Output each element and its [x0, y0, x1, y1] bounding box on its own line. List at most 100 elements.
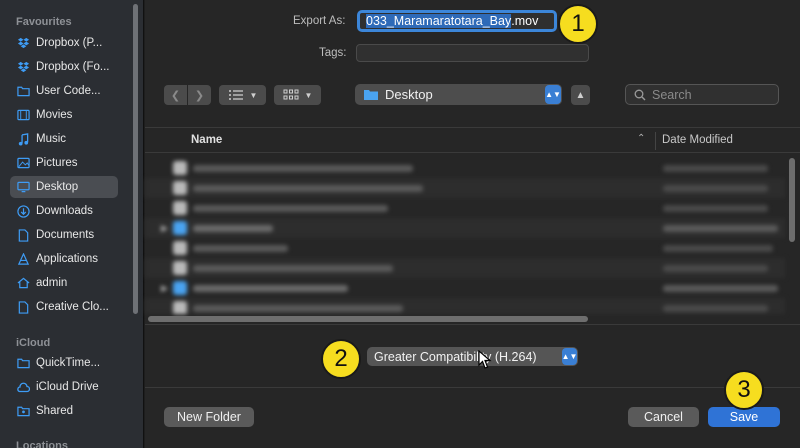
chevron-right-icon: ❯	[194, 89, 205, 102]
sidebar-item-label: QuickTime...	[36, 357, 101, 369]
file-date-blurred	[663, 264, 768, 272]
sidebar-item-label: Music	[36, 133, 67, 145]
sidebar-item-user-code[interactable]: User Code...	[10, 80, 118, 102]
list-item[interactable]	[145, 178, 785, 198]
export-filename-input[interactable]: 033_Maramaratotara_Bay .mov	[357, 10, 557, 32]
sidebar-scrollbar[interactable]	[133, 4, 138, 314]
file-date-blurred	[663, 284, 778, 292]
sidebar-item-applications[interactable]: Applications	[10, 248, 118, 270]
mouse-pointer-icon	[478, 350, 492, 369]
file-name-blurred	[193, 184, 423, 192]
chevron-down-icon: ▼	[249, 90, 258, 100]
sidebar-item-label: iCloud Drive	[36, 381, 99, 393]
callout-marker-3: 3	[724, 370, 764, 410]
file-icon	[173, 261, 187, 275]
sidebar-item-label: Applications	[36, 253, 99, 265]
document-icon	[16, 228, 30, 242]
list-item[interactable]	[145, 238, 785, 258]
list-item[interactable]	[145, 158, 785, 178]
file-list-vertical-scrollbar[interactable]	[789, 158, 795, 242]
sidebar-item-label: Movies	[36, 109, 73, 121]
format-popup[interactable]: Greater Compatibility (H.264) ▲▼	[367, 347, 578, 366]
folder-icon	[173, 221, 187, 235]
file-date-blurred	[663, 204, 768, 212]
dropbox-icon	[16, 36, 30, 50]
file-icon	[173, 301, 187, 314]
list-item[interactable]	[145, 258, 785, 278]
list-item[interactable]: ▶	[145, 278, 785, 298]
sidebar-item-admin[interactable]: admin	[10, 272, 118, 294]
sidebar-item-dropbox-personal[interactable]: Dropbox (P...	[10, 32, 118, 54]
search-input[interactable]: Search	[625, 84, 779, 105]
forward-button[interactable]: ❯	[188, 85, 211, 105]
file-list[interactable]: ▶ ▶	[145, 154, 800, 314]
list-item[interactable]	[145, 298, 785, 314]
file-name-blurred	[193, 304, 403, 312]
disclosure-triangle-icon: ▶	[161, 282, 168, 293]
chevron-up-icon: ▲	[575, 89, 586, 101]
column-header-name[interactable]: Name	[191, 134, 222, 146]
sidebar-item-dropbox-folder[interactable]: Dropbox (Fo...	[10, 56, 118, 78]
home-icon	[16, 276, 30, 290]
sidebar-item-movies[interactable]: Movies	[10, 104, 118, 126]
save-panel: Export As: 033_Maramaratotara_Bay .mov Ta…	[145, 0, 800, 448]
sidebar-item-label: Desktop	[36, 181, 79, 193]
sidebar-item-icloud-drive[interactable]: iCloud Drive	[10, 376, 118, 398]
export-as-label: Export As:	[293, 15, 346, 27]
file-list-horizontal-scrollbar[interactable]	[148, 316, 588, 322]
location-label: Desktop	[385, 87, 433, 102]
save-button[interactable]: Save	[708, 407, 780, 427]
file-date-blurred	[663, 224, 778, 232]
file-name-blurred	[193, 164, 413, 172]
disclosure-triangle-icon: ▶	[161, 222, 168, 233]
sidebar-item-music[interactable]: Music	[10, 128, 118, 150]
divider	[145, 387, 800, 388]
sidebar-item-shared[interactable]: Shared	[10, 400, 118, 422]
folder-icon	[16, 84, 30, 98]
file-date-blurred	[663, 184, 768, 192]
filename-extension: .mov	[511, 14, 539, 28]
sidebar-item-label: Dropbox (Fo...	[36, 61, 110, 73]
sidebar-item-quicktime[interactable]: QuickTime...	[10, 352, 118, 374]
sidebar: Favourites Dropbox (P... Dropbox (Fo... …	[0, 0, 144, 448]
chevron-left-icon: ❮	[170, 89, 181, 102]
applications-icon	[16, 252, 30, 266]
sidebar-item-label: Documents	[36, 229, 95, 241]
file-date-blurred	[663, 244, 773, 252]
list-item[interactable]: ▶	[145, 218, 785, 238]
file-name-blurred	[193, 244, 288, 252]
picture-icon	[16, 156, 30, 170]
column-header-date-modified[interactable]: Date Modified	[662, 134, 733, 146]
locations-heading: Locations	[16, 440, 68, 448]
sidebar-item-creative-cloud[interactable]: Creative Clo...	[10, 296, 118, 318]
file-name-blurred	[193, 204, 388, 212]
favourites-heading: Favourites	[16, 16, 72, 28]
sidebar-item-label: Dropbox (P...	[36, 37, 103, 49]
sidebar-item-label: Downloads	[36, 205, 93, 217]
file-icon	[173, 161, 187, 175]
sidebar-item-pictures[interactable]: Pictures	[10, 152, 118, 174]
column-divider[interactable]	[655, 132, 656, 150]
dropbox-icon	[16, 60, 30, 74]
sidebar-item-documents[interactable]: Documents	[10, 224, 118, 246]
folder-icon	[364, 90, 378, 100]
sidebar-item-desktop[interactable]: Desktop	[10, 176, 118, 198]
list-view-button[interactable]: ▼	[219, 85, 266, 105]
sidebar-item-downloads[interactable]: Downloads	[10, 200, 118, 222]
file-date-blurred	[663, 304, 768, 312]
music-note-icon	[16, 132, 30, 146]
list-item[interactable]	[145, 198, 785, 218]
cancel-button[interactable]: Cancel	[628, 407, 699, 427]
file-icon	[173, 201, 187, 215]
icloud-heading: iCloud	[16, 337, 51, 349]
location-popup[interactable]: Desktop ▲▼	[355, 84, 562, 105]
shared-folder-icon	[16, 404, 30, 418]
new-folder-button[interactable]: New Folder	[164, 407, 254, 427]
callout-marker-2: 2	[321, 339, 361, 379]
collapse-button[interactable]: ▲	[571, 85, 590, 105]
tags-input[interactable]	[356, 44, 589, 62]
grid-view-button[interactable]: ▼	[274, 85, 321, 105]
format-label: Greater Compatibility (H.264)	[374, 349, 537, 364]
folder-icon	[173, 281, 187, 295]
back-button[interactable]: ❮	[164, 85, 187, 105]
